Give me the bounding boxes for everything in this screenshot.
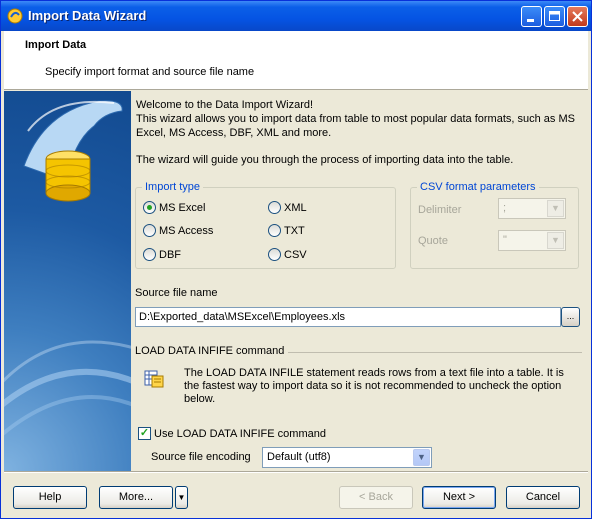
check-icon[interactable]: ✓	[138, 427, 151, 440]
radio-label: MS Access	[159, 224, 214, 237]
page-title: Import Data	[25, 39, 87, 51]
encoding-value: Default (utf8)	[267, 451, 331, 463]
help-button[interactable]: Help	[13, 486, 87, 509]
more-button[interactable]: More...	[99, 486, 173, 509]
radio-indicator[interactable]	[143, 201, 156, 214]
maximize-icon	[549, 11, 560, 21]
load-data-info: The LOAD DATA INFILE statement reads row…	[184, 367, 564, 405]
load-data-section-header: LOAD DATA INFIFE command	[135, 345, 582, 357]
source-file-input[interactable]: D:\Exported_data\MSExcel\Employees.xls	[135, 307, 561, 327]
window-title: Import Data Wizard	[28, 8, 147, 23]
back-button[interactable]: < Back	[339, 486, 413, 509]
radio-csv[interactable]: CSV	[268, 248, 307, 261]
title-bar[interactable]: Import Data Wizard	[1, 1, 591, 31]
quote-label: Quote	[418, 235, 448, 247]
cancel-button[interactable]: Cancel	[506, 486, 580, 509]
radio-indicator[interactable]	[268, 248, 281, 261]
intro-description: This wizard allows you to import data fr…	[136, 113, 575, 139]
dolphin-database-icon	[4, 100, 131, 436]
use-load-data-checkbox[interactable]: ✓ Use LOAD DATA INFIFE command	[138, 427, 326, 440]
encoding-label: Source file encoding	[151, 451, 251, 463]
delimiter-label: Delimiter	[418, 204, 462, 216]
radio-dbf[interactable]: DBF	[143, 248, 181, 261]
app-icon	[7, 8, 23, 24]
wizard-side-image	[4, 91, 131, 471]
radio-label: TXT	[284, 224, 305, 237]
radio-indicator[interactable]	[268, 201, 281, 214]
intro-text: Welcome to the Data Import Wizard! This …	[136, 98, 584, 140]
close-icon	[572, 11, 583, 22]
close-button[interactable]	[567, 6, 588, 27]
chevron-down-icon: ▼	[177, 493, 186, 502]
radio-indicator[interactable]	[143, 224, 156, 237]
page-subtitle: Specify import format and source file na…	[45, 66, 255, 78]
radio-ms-access[interactable]: MS Access	[143, 224, 213, 237]
minimize-button[interactable]	[521, 6, 542, 27]
wizard-header: Import Data Specify import format and so…	[4, 31, 588, 90]
radio-txt[interactable]: TXT	[268, 224, 305, 237]
browse-button[interactable]: ...	[561, 307, 580, 327]
chevron-down-icon[interactable]: ▼	[547, 232, 564, 249]
wizard-window: Import Data Wizard Import Data Specify i…	[0, 0, 592, 519]
source-file-label: Source file name	[135, 287, 218, 299]
radio-label: DBF	[159, 248, 181, 261]
radio-label: CSV	[284, 248, 307, 261]
load-data-section-title: LOAD DATA INFIFE command	[135, 345, 289, 357]
chevron-down-icon[interactable]: ▼	[413, 449, 430, 466]
maximize-button[interactable]	[544, 6, 565, 27]
csv-params-legend: CSV format parameters	[420, 181, 536, 193]
radio-ms-excel[interactable]: MS Excel	[143, 201, 205, 214]
quote-value: "	[503, 234, 507, 246]
intro-welcome: Welcome to the Data Import Wizard!	[136, 99, 314, 111]
more-dropdown-button[interactable]: ▼	[175, 486, 188, 509]
delimiter-select[interactable]: ; ▼	[498, 198, 566, 219]
checkbox-label: Use LOAD DATA INFIFE command	[154, 427, 326, 440]
intro-guide: The wizard will guide you through the pr…	[136, 154, 514, 166]
delimiter-value: ;	[503, 202, 507, 214]
encoding-select[interactable]: Default (utf8) ▼	[262, 447, 432, 468]
radio-label: MS Excel	[159, 201, 206, 214]
next-button[interactable]: Next >	[422, 486, 496, 509]
radio-indicator[interactable]	[268, 224, 281, 237]
import-type-legend: Import type	[145, 181, 201, 193]
radio-indicator[interactable]	[143, 248, 156, 261]
radio-label: XML	[284, 201, 307, 214]
footer-divider	[4, 471, 588, 473]
chevron-down-icon[interactable]: ▼	[547, 200, 564, 217]
wizard-content: Welcome to the Data Import Wizard! This …	[131, 91, 588, 471]
quote-select[interactable]: " ▼	[498, 230, 566, 251]
radio-xml[interactable]: XML	[268, 201, 307, 214]
minimize-icon	[527, 19, 534, 22]
csv-params-group: CSV format parameters	[410, 181, 579, 269]
database-table-icon	[144, 370, 164, 388]
